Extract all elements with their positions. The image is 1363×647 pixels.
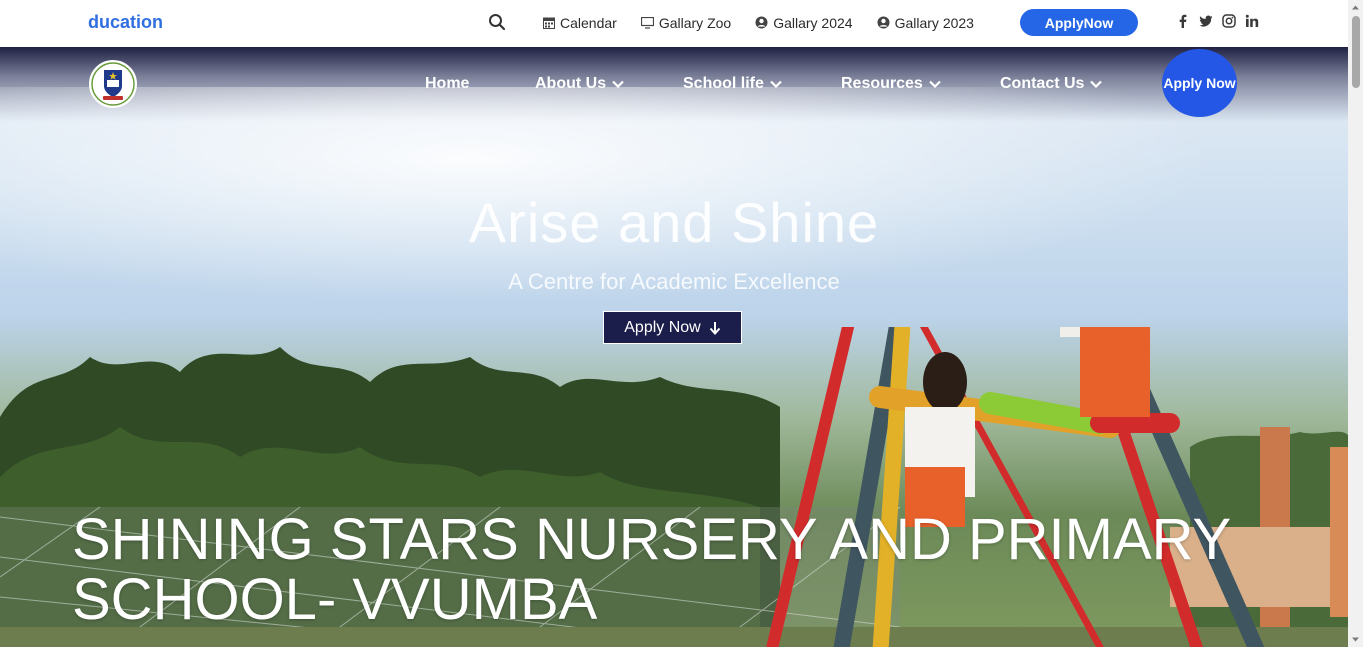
chevron-down-icon bbox=[612, 80, 624, 88]
top-link-label: Gallary 2024 bbox=[773, 14, 853, 31]
facebook-icon[interactable] bbox=[1176, 14, 1190, 28]
top-link-label: Gallary 2023 bbox=[894, 14, 974, 31]
social-links bbox=[1176, 14, 1259, 28]
nav-item-label: Home bbox=[425, 75, 470, 92]
top-bar: ducation Calendar Gallary Zoo Gallary 20… bbox=[0, 0, 1348, 47]
twitter-icon[interactable] bbox=[1199, 14, 1213, 28]
nav-item-label: School life bbox=[683, 75, 764, 92]
top-link-gallary-2023[interactable]: Gallary 2023 bbox=[877, 15, 974, 31]
hero-banner: Home About Us School life Resources Cont… bbox=[0, 47, 1348, 647]
nav-contact-us[interactable]: Contact Us bbox=[1000, 75, 1103, 93]
scroll-up-arrow-icon[interactable] bbox=[1351, 3, 1360, 12]
scroll-thumb[interactable] bbox=[1352, 16, 1360, 88]
hero-cta-label: Apply Now bbox=[624, 318, 701, 336]
school-name-heading: SHINING STARS NURSERY AND PRIMARY SCHOOL… bbox=[72, 507, 1231, 632]
nav-home[interactable]: Home bbox=[425, 75, 535, 93]
user-circle-icon bbox=[877, 16, 890, 29]
top-apply-now-button[interactable]: ApplyNow bbox=[1020, 9, 1138, 36]
search-icon[interactable] bbox=[488, 13, 506, 31]
scroll-down-arrow-icon[interactable] bbox=[1351, 635, 1360, 644]
chevron-down-icon bbox=[1090, 80, 1103, 88]
chevron-down-icon bbox=[770, 80, 782, 88]
arrow-down-icon bbox=[709, 321, 720, 335]
nav-item-label: About Us bbox=[535, 75, 607, 92]
nav-resources[interactable]: Resources bbox=[841, 75, 1000, 93]
calendar-icon bbox=[543, 17, 555, 29]
instagram-icon[interactable] bbox=[1222, 14, 1236, 28]
hero-title: Arise and Shine bbox=[468, 191, 880, 254]
nav-item-label: Contact Us bbox=[1000, 75, 1085, 92]
top-link-calendar[interactable]: Calendar bbox=[543, 15, 617, 31]
nav-item-label: Resources bbox=[841, 75, 923, 92]
hero-subtitle: A Centre for Academic Excellence bbox=[508, 269, 840, 294]
school-logo[interactable] bbox=[89, 60, 137, 108]
chevron-down-icon bbox=[929, 80, 941, 88]
top-link-gallary-2024[interactable]: Gallary 2024 bbox=[755, 14, 853, 31]
user-circle-icon bbox=[755, 16, 768, 29]
linkedin-icon[interactable] bbox=[1245, 14, 1259, 28]
top-link-label: Calendar bbox=[560, 14, 617, 31]
nav-school-life[interactable]: School life bbox=[683, 75, 841, 93]
hero-apply-now-button[interactable]: Apply Now bbox=[603, 311, 742, 344]
page-scrollbar[interactable] bbox=[1348, 0, 1363, 647]
top-link-label: Gallary Zoo bbox=[658, 14, 732, 31]
monitor-icon bbox=[640, 16, 654, 29]
nav-about-us[interactable]: About Us bbox=[535, 75, 683, 93]
main-nav: Home About Us School life Resources Cont… bbox=[425, 75, 1103, 93]
top-link-gallary-zoo[interactable]: Gallary Zoo bbox=[640, 14, 732, 31]
brand-link[interactable]: ducation bbox=[88, 12, 163, 33]
top-links: Calendar Gallary Zoo Gallary 2024 Gallar… bbox=[543, 0, 974, 45]
nav-apply-now-button[interactable]: Apply Now bbox=[1162, 49, 1237, 117]
